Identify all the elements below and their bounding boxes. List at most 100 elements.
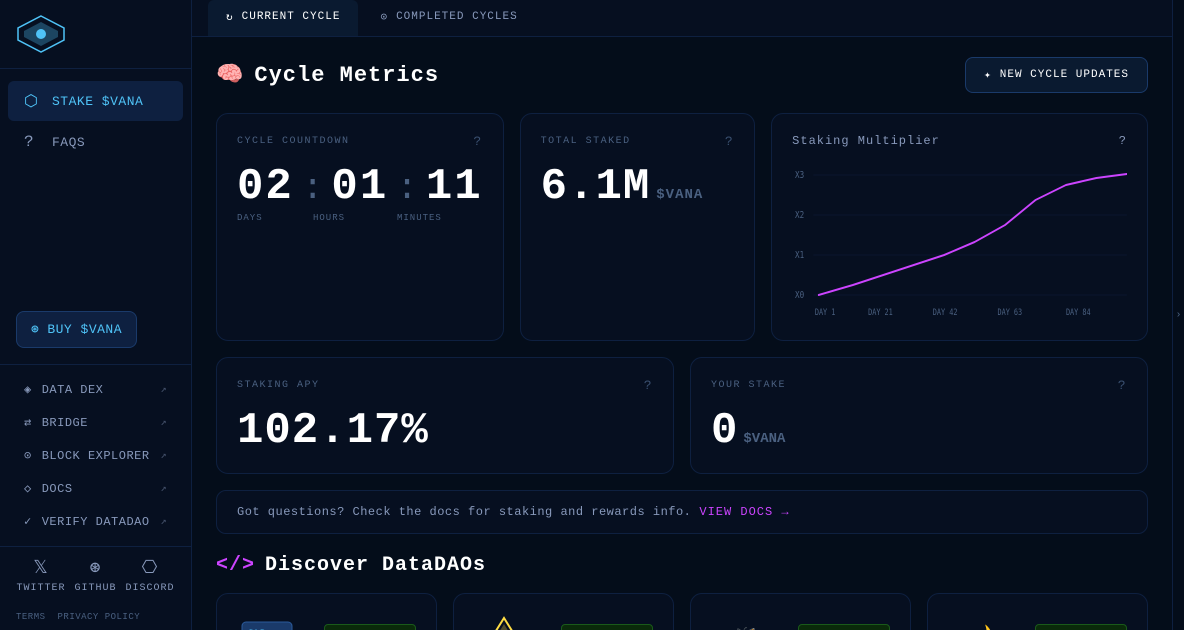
staking-multiplier-chart: Staking Multiplier ? X3 X2 X1 X0: [771, 113, 1148, 341]
apy-value: 102.17%: [237, 409, 653, 453]
terms-link[interactable]: TERMS: [16, 612, 46, 622]
stake-value: 0 $VANA: [711, 409, 1127, 453]
block-explorer-label: Block Explorer: [42, 449, 150, 463]
chart-svg: X3 X2 X1 X0 DAY 1 DAY 21: [792, 160, 1127, 320]
sidebar-item-verify-datadao[interactable]: ✓ Verify DataDAO ↗: [8, 505, 183, 538]
total-staked-value: 6.1M $VANA: [541, 165, 735, 209]
sidebar-item-bridge[interactable]: ⇄ Bridge ↗: [8, 406, 183, 439]
stake-help-icon[interactable]: ?: [1118, 378, 1127, 393]
metrics-grid: CYCLE COUNTDOWN ? 02 : 01 : 11 DAYS HOUR…: [216, 113, 1148, 341]
sidebar: DATAHUB ⬡ Stake $VANA ? FAQs ⊛ BUY $VANA…: [0, 0, 192, 630]
top-badge-2: TOP DATADAO: [798, 624, 890, 630]
logo-area: DATAHUB: [0, 0, 191, 69]
discover-icon: </>: [216, 554, 255, 577]
stake-unit: $VANA: [743, 432, 785, 446]
metrics-row-2: STAKING APY ? 102.17% YOUR STAKE ? 0 $VA…: [216, 357, 1148, 474]
your-stake-label: YOUR STAKE ?: [711, 378, 1127, 393]
external-link-icon-4: ↗: [160, 483, 167, 495]
dao-card-1[interactable]: 🦅 TOP DATADAO: [453, 593, 674, 630]
discord-icon: ⎔: [142, 557, 159, 579]
sidebar-item-block-explorer[interactable]: ⊙ Block Explorer ↗: [8, 439, 183, 472]
docs-label: Docs: [42, 482, 73, 496]
current-cycle-tab-icon: ↻: [226, 10, 234, 24]
svg-text:DAY 21: DAY 21: [868, 307, 893, 317]
dao-cards-grid: DLP LABS TOP DATADAO 🦅 TOP DATA: [216, 593, 1148, 630]
page-header: 🧠 Cycle Metrics ✦ NEW CYCLE UPDATES: [216, 57, 1148, 93]
external-link-icon-2: ↗: [160, 417, 167, 429]
stake-icon: ⬡: [24, 91, 42, 111]
faqs-icon: ?: [24, 133, 42, 151]
buy-icon: ⊛: [31, 322, 39, 337]
chart-area: X3 X2 X1 X0 DAY 1 DAY 21: [792, 160, 1127, 320]
staked-unit: $VANA: [656, 188, 703, 202]
info-banner: Got questions? Check the docs for stakin…: [216, 490, 1148, 534]
github-link[interactable]: ⊛ GITHUB: [74, 557, 116, 594]
countdown-display: 02 : 01 : 11: [237, 165, 483, 209]
discover-section: </> Discover DataDAOs DLP LABS TOP DATAD…: [216, 554, 1148, 630]
current-cycle-tab-label: CURRENT CYCLE: [242, 11, 341, 23]
buy-btn-area: ⊛ BUY $VANA: [0, 303, 191, 364]
external-links: ◈ Data Dex ↗ ⇄ Bridge ↗ ⊙ Block Explorer…: [0, 364, 191, 546]
top-badge-3: TOP DATADAO: [1035, 624, 1127, 630]
privacy-link[interactable]: PRIVACY POLICY: [58, 612, 141, 622]
countdown-labels: DAYS HOURS MINUTES: [237, 213, 483, 223]
sidebar-item-stake[interactable]: ⬡ Stake $VANA: [8, 81, 183, 121]
twitter-label: TWITTER: [16, 583, 65, 594]
discord-link[interactable]: ⎔ DISCORD: [125, 557, 174, 594]
bridge-icon: ⇄: [24, 415, 32, 430]
minutes-label: MINUTES: [397, 213, 457, 223]
dao-logo-1: 🦅: [474, 614, 534, 630]
countdown-sep-2: :: [396, 171, 418, 207]
apy-help-icon[interactable]: ?: [644, 378, 653, 393]
tab-current-cycle[interactable]: ↻ CURRENT CYCLE: [208, 0, 358, 36]
dao-logo-3: 🌙: [948, 614, 1008, 630]
total-staked-help-icon[interactable]: ?: [725, 134, 734, 149]
completed-cycles-tab-icon: ⊙: [380, 10, 388, 24]
sidebar-item-faqs[interactable]: ? FAQs: [8, 123, 183, 161]
twitter-link[interactable]: 𝕏 TWITTER: [16, 557, 65, 594]
data-dex-icon: ◈: [24, 382, 32, 397]
sidebar-item-docs[interactable]: ◇ Docs ↗: [8, 472, 183, 505]
buy-vana-button[interactable]: ⊛ BUY $VANA: [16, 311, 137, 348]
sidebar-nav: ⬡ Stake $VANA ? FAQs: [0, 69, 191, 303]
data-dex-label: Data Dex: [42, 383, 104, 397]
dao-logo-0: DLP LABS: [237, 614, 297, 630]
github-icon: ⊛: [90, 557, 102, 579]
top-badge-1: TOP DATADAO: [561, 624, 653, 630]
buy-label: BUY $VANA: [47, 322, 122, 337]
discover-title: </> Discover DataDAOs: [216, 554, 1148, 577]
external-link-icon: ↗: [160, 384, 167, 396]
footer-links: TERMS PRIVACY POLICY: [0, 604, 191, 630]
staking-apy-label: STAKING APY ?: [237, 378, 653, 393]
staked-number: 6.1M: [541, 165, 651, 209]
countdown-sep-1: :: [302, 171, 324, 207]
tab-completed-cycles[interactable]: ⊙ COMPLETED CYCLES: [362, 0, 535, 36]
bridge-label: Bridge: [42, 416, 88, 430]
chart-help-icon[interactable]: ?: [1119, 134, 1127, 148]
external-link-icon-3: ↗: [160, 450, 167, 462]
right-edge-arrow: ›: [1175, 310, 1181, 321]
svg-text:X2: X2: [795, 210, 804, 221]
logo-icon: DATAHUB: [16, 14, 66, 54]
new-cycle-icon: ✦: [984, 68, 992, 82]
info-text: Got questions? Check the docs for stakin…: [237, 505, 691, 519]
countdown-hours: 01: [331, 165, 388, 209]
dao-card-2[interactable]: 🦋 TOP DATADAO: [690, 593, 911, 630]
sidebar-item-stake-label: Stake $VANA: [52, 94, 143, 109]
sidebar-item-data-dex[interactable]: ◈ Data Dex ↗: [8, 373, 183, 406]
dao-card-3[interactable]: 🌙 TOP DATADAO: [927, 593, 1148, 630]
countdown-help-icon[interactable]: ?: [473, 134, 482, 149]
completed-cycles-tab-label: COMPLETED CYCLES: [396, 11, 518, 23]
view-docs-link[interactable]: VIEW DOCS →: [699, 505, 789, 519]
svg-text:🌙: 🌙: [966, 624, 993, 630]
right-edge: ›: [1172, 0, 1184, 630]
docs-icon: ◇: [24, 481, 32, 496]
sidebar-item-faqs-label: FAQs: [52, 135, 85, 150]
countdown-minutes: 11: [426, 165, 483, 209]
twitter-icon: 𝕏: [33, 557, 49, 579]
hours-label: HOURS: [313, 213, 373, 223]
dao-card-0[interactable]: DLP LABS TOP DATADAO: [216, 593, 437, 630]
total-staked-label: TOTAL STAKED ?: [541, 134, 735, 149]
your-stake-card: YOUR STAKE ? 0 $VANA: [690, 357, 1148, 474]
new-cycle-updates-button[interactable]: ✦ NEW CYCLE UPDATES: [965, 57, 1148, 93]
